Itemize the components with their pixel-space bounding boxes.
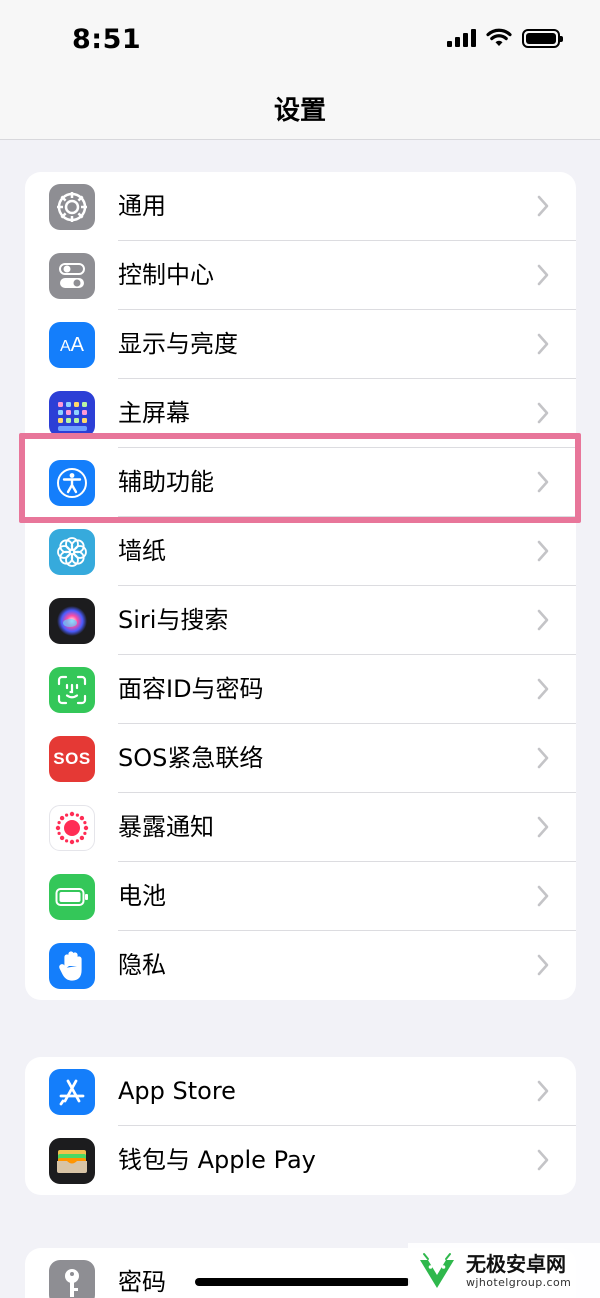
settings-row-app-store[interactable]: App Store [25, 1057, 576, 1126]
settings-row-label: 辅助功能 [118, 468, 214, 496]
watermark: 无极安卓网 wjhotelgroup.com [408, 1243, 600, 1298]
cellular-signal-icon [447, 29, 476, 47]
settings-row-label: 主屏幕 [118, 399, 190, 427]
text-size-icon: AA [49, 322, 95, 368]
settings-row-privacy[interactable]: 隐私 [25, 931, 576, 1000]
settings-row-general[interactable]: 通用 [25, 172, 576, 241]
chevron-right-icon [537, 1149, 549, 1171]
settings-row-label: 显示与亮度 [118, 330, 238, 358]
toggles-icon [49, 253, 95, 299]
settings-row-control-center[interactable]: 控制中心 [25, 241, 576, 310]
chevron-right-icon [537, 954, 549, 976]
siri-icon [49, 598, 95, 644]
flower-icon [49, 529, 95, 575]
settings-row-home-screen[interactable]: 主屏幕 [25, 379, 576, 448]
settings-row-face-id-passcode[interactable]: 面容ID与密码 [25, 655, 576, 724]
settings-row-label: 墙纸 [118, 537, 166, 565]
settings-row-label: 暴露通知 [118, 813, 214, 841]
settings-row-wallet-apple-pay[interactable]: 钱包与 Apple Pay [25, 1126, 576, 1195]
settings-row-label: SOS紧急联络 [118, 744, 264, 772]
settings-row-battery[interactable]: 电池 [25, 862, 576, 931]
battery-status-icon [522, 28, 563, 48]
app-grid-icon [49, 391, 95, 437]
app-store-icon [49, 1069, 95, 1115]
page-title: 设置 [273, 96, 326, 126]
chevron-right-icon [537, 1080, 549, 1102]
accessibility-icon [49, 460, 95, 506]
chevron-right-icon [537, 747, 549, 769]
status-icons [447, 28, 563, 48]
wallet-icon [49, 1138, 95, 1184]
hand-icon [49, 943, 95, 989]
status-time: 8:51 [72, 24, 142, 55]
wifi-icon [486, 28, 512, 46]
settings-row-exposure-notifications[interactable]: 暴露通知 [25, 793, 576, 862]
chevron-right-icon [537, 333, 549, 355]
home-indicator[interactable] [195, 1278, 410, 1286]
chevron-right-icon [537, 609, 549, 631]
battery-icon [49, 874, 95, 920]
settings-row-label: App Store [118, 1077, 236, 1105]
navigation-header: 8:51 设置 [0, 0, 600, 140]
settings-row-label: 控制中心 [118, 261, 214, 289]
watermark-url: wjhotelgroup.com [466, 1275, 572, 1289]
chevron-right-icon [537, 678, 549, 700]
settings-row-label: Siri与搜索 [118, 606, 229, 634]
settings-row-label: 密码 [118, 1268, 166, 1296]
gear-icon [49, 184, 95, 230]
android-logo-icon [420, 1252, 454, 1288]
exposure-icon [49, 805, 95, 851]
watermark-title: 无极安卓网 [466, 1251, 566, 1276]
settings-row-wallpaper[interactable]: 墙纸 [25, 517, 576, 586]
settings-row-label: 电池 [118, 882, 166, 910]
settings-row-display-brightness[interactable]: AA 显示与亮度 [25, 310, 576, 379]
chevron-right-icon [537, 816, 549, 838]
chevron-right-icon [537, 540, 549, 562]
settings-row-accessibility[interactable]: 辅助功能 [25, 448, 576, 517]
settings-row-label: 隐私 [118, 951, 166, 979]
sos-icon: SOS [49, 736, 95, 782]
settings-row-siri-search[interactable]: Siri与搜索 [25, 586, 576, 655]
key-icon [49, 1260, 95, 1298]
settings-row-emergency-sos[interactable]: SOS SOS紧急联络 [25, 724, 576, 793]
settings-row-label: 钱包与 Apple Pay [118, 1146, 316, 1174]
chevron-right-icon [537, 264, 549, 286]
chevron-right-icon [537, 471, 549, 493]
chevron-right-icon [537, 885, 549, 907]
settings-group-store: App Store 钱包与 Apple Pay [25, 1057, 576, 1195]
chevron-right-icon [537, 402, 549, 424]
settings-row-label: 通用 [118, 192, 166, 220]
settings-row-label: 面容ID与密码 [118, 675, 264, 703]
settings-group-main: 通用 控制中心 AA 显示与亮度 主屏幕 辅助功能 墙纸 Siri与搜索 面容I… [25, 172, 576, 1000]
face-id-icon [49, 667, 95, 713]
chevron-right-icon [537, 195, 549, 217]
